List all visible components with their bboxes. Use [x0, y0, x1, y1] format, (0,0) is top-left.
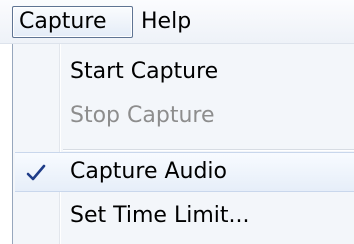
- menu-item-capture-audio[interactable]: Capture Audio: [15, 152, 354, 192]
- checkmark-icon: [26, 164, 46, 181]
- menu-bar: Capture Help: [0, 0, 354, 44]
- capture-dropdown-menu: Start Capture Stop Capture Capture Audio…: [12, 44, 354, 244]
- menu-item-label: Start Capture: [70, 59, 219, 84]
- menu-item-set-time-limit[interactable]: Set Time Limit...: [15, 196, 354, 236]
- menu-item-start-capture[interactable]: Start Capture: [15, 52, 354, 92]
- menu-capture[interactable]: Capture: [12, 6, 133, 38]
- menu-item-stop-capture: Stop Capture: [15, 96, 354, 136]
- menu-item-label: Stop Capture: [70, 103, 215, 128]
- menu-item-label: Set Time Limit...: [70, 203, 250, 228]
- menu-item-label: Capture Audio: [70, 159, 227, 184]
- menu-separator-highlight: [63, 150, 354, 151]
- menu-help[interactable]: Help: [135, 6, 205, 38]
